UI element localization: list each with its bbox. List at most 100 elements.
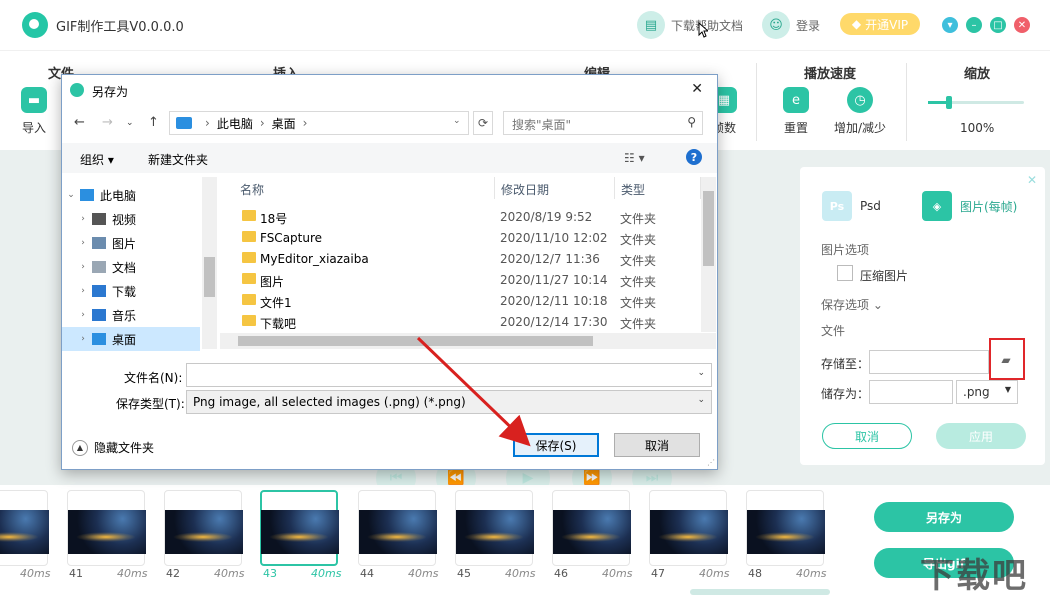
tree-item-music[interactable]: › 音乐 [62,303,200,327]
collapsed-arrow-icon[interactable]: › [74,262,92,272]
chevron-down-icon[interactable]: ⌄ [453,116,461,126]
group-speed-title: 播放速度 [804,67,857,82]
frame-duration: 40ms [214,567,245,580]
format-select[interactable]: .png ▼ [956,380,1018,404]
tree-item-desktop[interactable]: › 桌面 [62,327,200,351]
address-bar[interactable]: › 此电脑 › 桌面 › ⌄ [169,111,469,135]
column-name-header[interactable]: 名称 [220,177,495,199]
forward-arrow-icon[interactable]: → [102,115,113,130]
tree-item-downloads[interactable]: › 下载 [62,279,200,303]
file-row[interactable]: 图片 2020/11/27 10:14 文件夹 [220,270,700,291]
tree-item-pictures[interactable]: › 图片 [62,231,200,255]
format-image-option[interactable]: ◈ 图片(每帧) [922,191,1017,221]
file-type: 文件夹 [620,317,657,331]
collapsed-arrow-icon[interactable]: › [74,286,92,296]
frame-thumbnail[interactable] [358,490,437,566]
save-button[interactable]: 保存(S) [513,433,599,457]
collapsed-arrow-icon[interactable]: › [74,310,92,320]
frame-thumbnail[interactable] [0,490,49,566]
maximize-icon[interactable]: □ [990,17,1006,33]
import-button[interactable]: ▬ 导入 [4,87,64,136]
recent-locations-icon[interactable]: ⌄ [126,118,134,128]
column-modified-header[interactable]: 修改日期 [495,177,615,199]
reset-button[interactable]: e 重置 [766,87,826,136]
file-row[interactable]: 18号 2020/8/19 9:52 文件夹 [220,207,700,228]
scrollbar-thumb[interactable] [703,191,714,266]
watermark-logo: 下载吧 [920,556,1028,596]
frame-duration: 40ms [117,567,148,580]
save-name-input[interactable] [869,380,953,404]
music-icon [92,309,106,321]
frame-thumbnail[interactable] [649,490,728,566]
frame-thumbnail[interactable] [746,490,825,566]
panel-cancel-button[interactable]: 取消 [822,423,912,449]
help-doc-button[interactable]: ▤ 下载帮助文档 [637,10,743,40]
resize-grip-icon[interactable]: ⋰ [707,458,715,467]
frame-thumbnail[interactable] [455,490,534,566]
file-row[interactable]: 文件1 2020/12/11 10:18 文件夹 [220,291,700,312]
up-arrow-icon[interactable]: ↑ [148,115,159,130]
login-button[interactable]: ☺ 登录 [762,10,820,40]
file-name: 图片 [260,275,285,289]
breadcrumb-desktop[interactable]: 桌面 [272,115,296,132]
tree-scrollbar[interactable] [202,177,217,349]
frame-image [553,510,631,554]
breadcrumb-this-pc[interactable]: 此电脑 [217,115,253,132]
file-list-vscrollbar[interactable] [701,177,716,332]
column-type-header[interactable]: 类型 [615,177,701,199]
zoom-slider[interactable] [928,96,1024,109]
frame-thumbnail[interactable] [552,490,631,566]
file-list-hscrollbar[interactable] [220,333,716,349]
speed-adjust-button[interactable]: ◷ 增加/减少 [830,87,890,136]
compress-checkbox[interactable] [837,265,853,281]
psd-icon: Ps [822,191,852,221]
dialog-toolbar: 组织 ▾ 新建文件夹 ☷ ▾ ? [62,143,717,173]
tree-item-this-pc[interactable]: ⌄ 此电脑 [62,183,200,207]
panel-apply-button[interactable]: 应用 [936,423,1026,449]
close-icon[interactable]: ✕ [691,81,703,97]
filetype-select[interactable]: Png image, all selected images (.png) (*… [186,390,712,414]
chevron-down-icon: ⌄ [697,395,705,405]
scrollbar-thumb[interactable] [204,257,215,297]
refresh-button[interactable]: ⟳ [473,111,493,135]
computer-icon [176,117,192,129]
close-icon[interactable]: ✕ [1014,17,1030,33]
organize-menu[interactable]: 组织 ▾ [80,151,114,168]
search-input[interactable]: 搜索"桌面" ⚲ [503,111,703,135]
file-row[interactable]: 下载吧 2020/12/14 17:30 文件夹 [220,312,700,333]
save-path-input[interactable] [869,350,989,374]
reset-icon: e [783,87,809,113]
hide-folders-toggle[interactable]: ▲ 隐藏文件夹 [72,439,154,456]
new-folder-button[interactable]: 新建文件夹 [148,151,208,168]
tree-item-documents[interactable]: › 文档 [62,255,200,279]
expanded-arrow-icon[interactable]: ⌄ [62,190,80,200]
file-name: FSCapture [260,231,323,245]
filmstrip-scrollbar[interactable] [690,589,830,595]
minimize-icon[interactable]: – [966,17,982,33]
file-row[interactable]: FSCapture 2020/11/10 12:02 文件夹 [220,228,700,249]
zoom-slider-handle[interactable] [946,96,953,109]
cancel-button[interactable]: 取消 [614,433,700,457]
collapsed-arrow-icon[interactable]: › [74,238,92,248]
save-as-button[interactable]: 另存为 [874,502,1014,532]
file-row[interactable]: MyEditor_xiazaiba 2020/12/7 11:36 文件夹 [220,249,700,270]
help-icon[interactable]: ? [686,149,702,165]
back-arrow-icon[interactable]: ← [74,115,85,130]
collapsed-arrow-icon[interactable]: › [74,214,92,224]
scrollbar-thumb[interactable] [238,336,593,346]
frame-thumbnail[interactable] [67,490,146,566]
collapsed-arrow-icon[interactable]: › [74,334,92,344]
frame-thumbnail[interactable] [164,490,243,566]
breadcrumb-separator: › [302,116,308,130]
tree-item-videos[interactable]: › 视频 [62,207,200,231]
save-options-toggle[interactable]: 保存选项 ⌄ [821,296,883,313]
chevron-down-icon[interactable]: ⌄ [697,368,705,378]
zoom-value: 100% [960,121,995,135]
frame-thumbnail-selected[interactable] [260,490,339,566]
filename-input[interactable]: ⌄ [186,363,712,387]
view-options-icon[interactable]: ☷ ▾ [624,151,645,165]
close-icon[interactable]: ✕ [1027,173,1037,187]
vip-button[interactable]: ◆ 开通VIP [840,13,920,35]
format-psd-option[interactable]: Ps Psd [822,191,881,221]
skin-icon[interactable]: ▾ [942,17,958,33]
